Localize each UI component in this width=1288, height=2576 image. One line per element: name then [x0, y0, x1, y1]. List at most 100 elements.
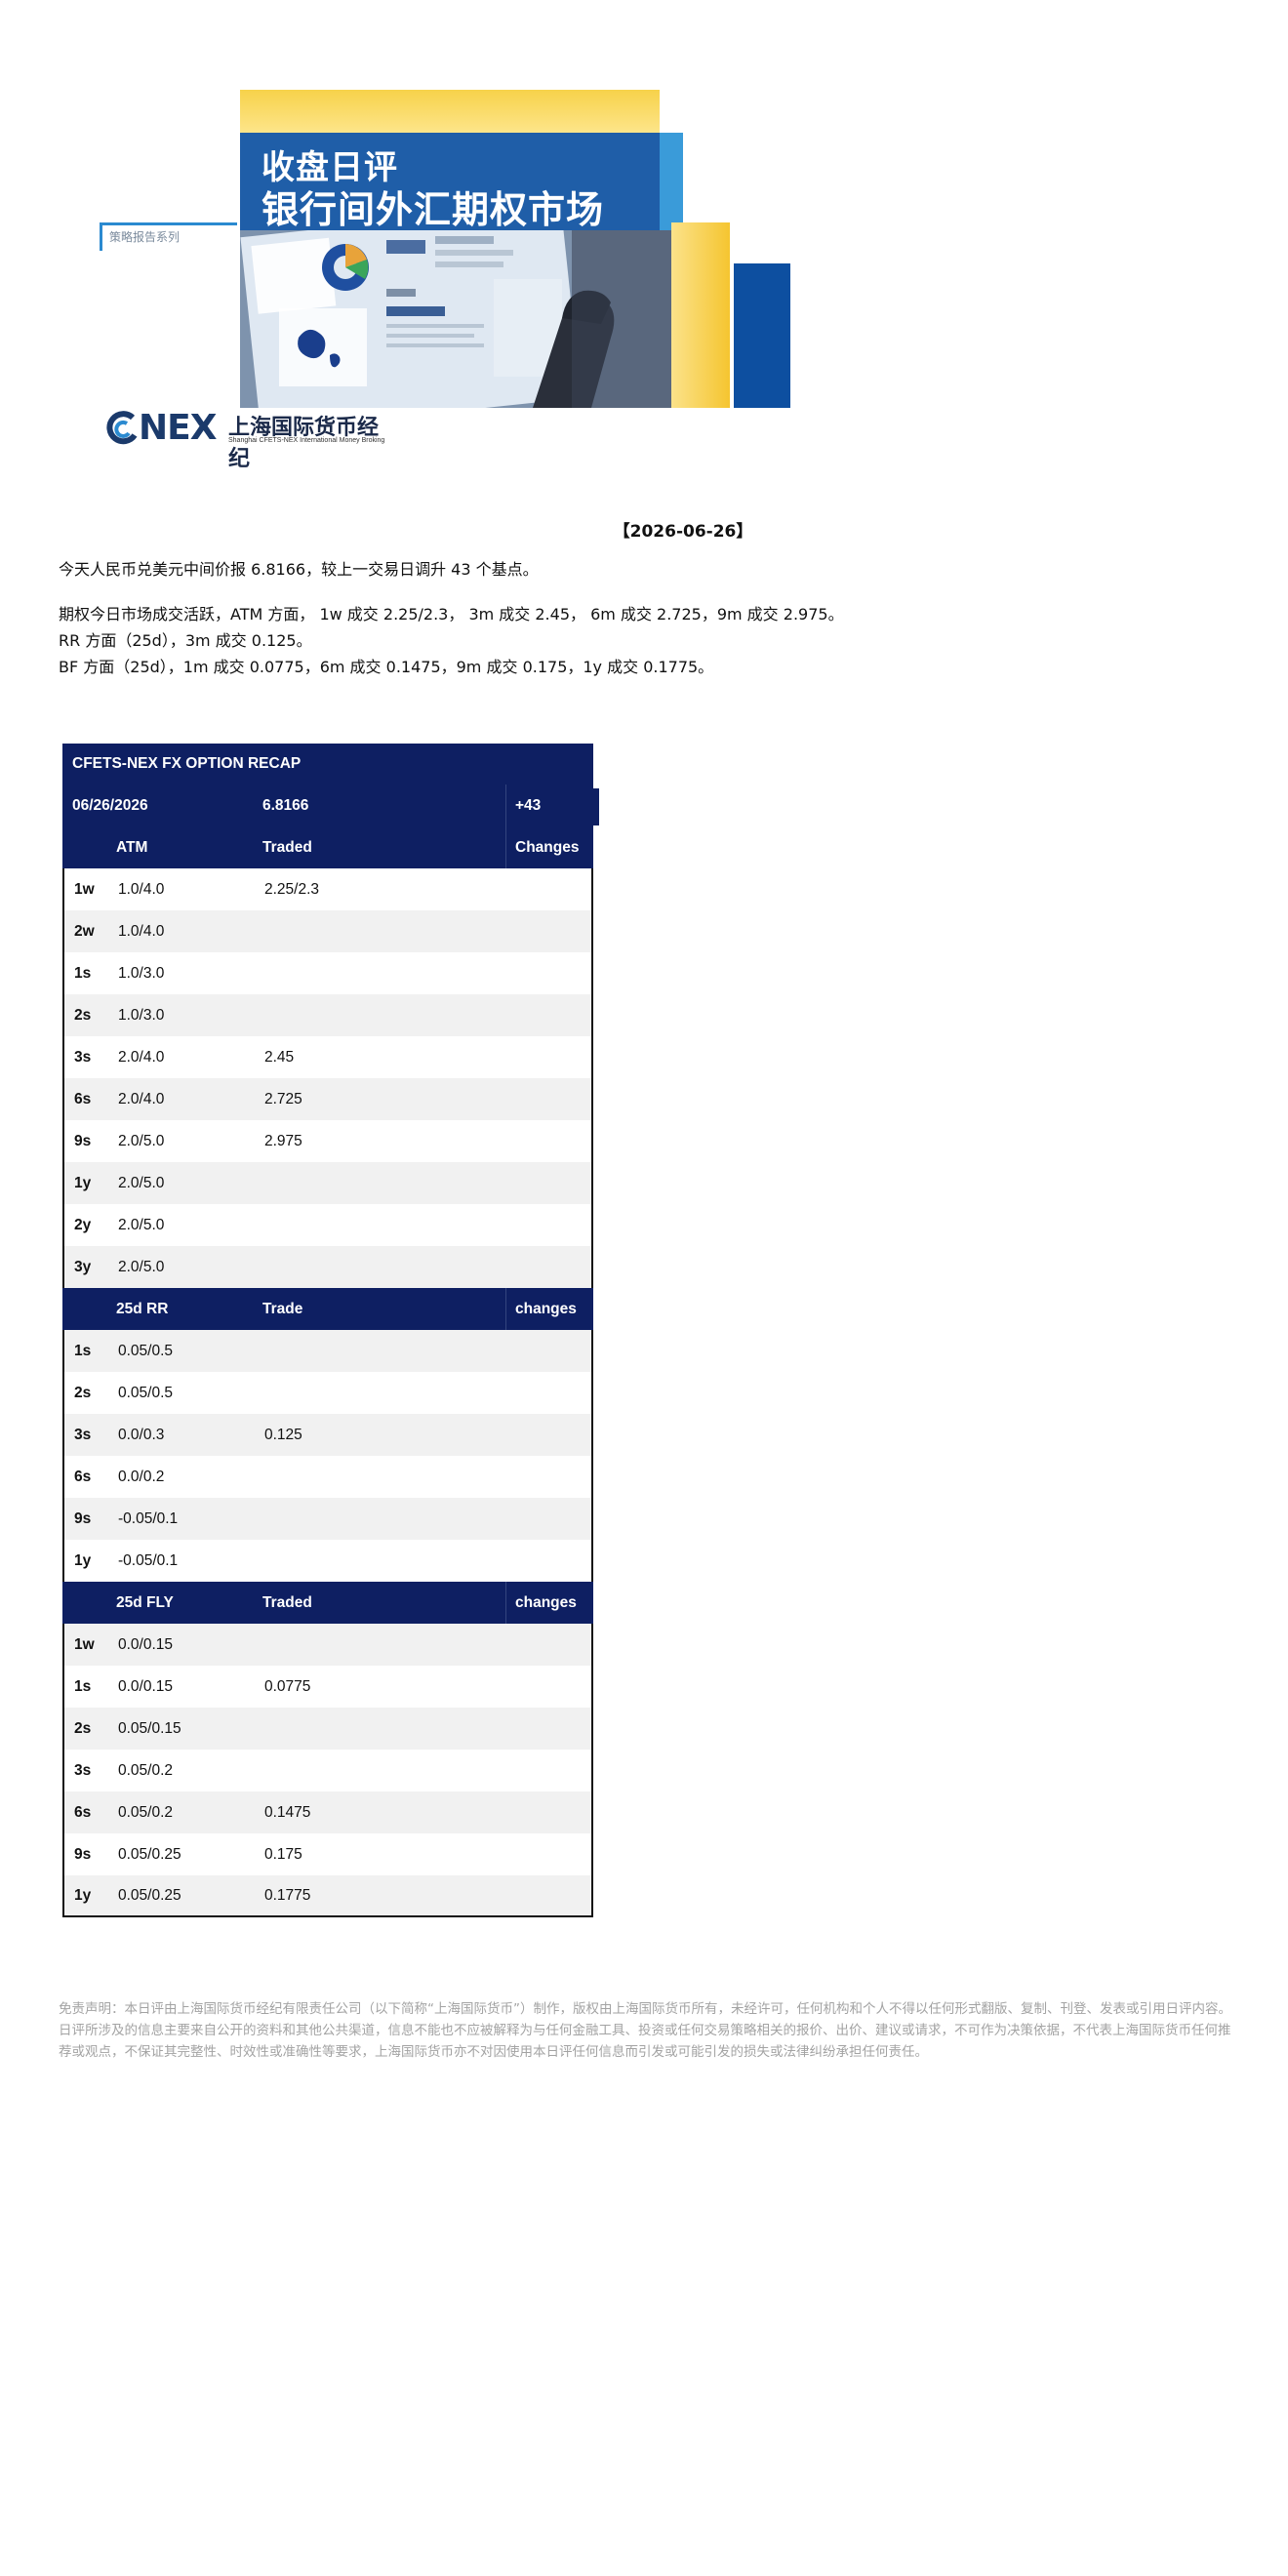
header-edge-tab — [593, 788, 599, 825]
atm-header-row: ATM Traded Changes — [62, 826, 593, 868]
quote-cell: 0.05/0.25 — [118, 1845, 181, 1863]
quote-cell: 2.0/5.0 — [118, 1258, 165, 1275]
quote-cell: 0.05/0.25 — [118, 1886, 181, 1904]
table-row: 2s 0.05/0.5 — [62, 1372, 593, 1414]
company-logo: NEX 上海国际货币经纪 Shanghai CFETS-NEX Internat… — [103, 408, 396, 471]
table-row: 3s 0.05/0.2 — [62, 1750, 593, 1791]
quote-cell: 1.0/4.0 — [118, 922, 165, 940]
banner-photo-tablet — [240, 230, 671, 408]
table-title: CFETS-NEX FX OPTION RECAP — [72, 755, 302, 772]
quote-cell: 0.0/0.2 — [118, 1468, 165, 1485]
header-divider — [505, 826, 506, 868]
table-row: 1s 0.05/0.5 — [62, 1330, 593, 1372]
table-row: 1s 0.0/0.15 0.0775 — [62, 1666, 593, 1708]
bf-paragraph: BF 方面（25d），1m 成交 0.0775，6m 成交 0.1475，9m … — [59, 658, 714, 676]
quote-cell: 1.0/4.0 — [118, 880, 165, 898]
banner-title-line2: 银行间外汇期权市场 — [262, 188, 605, 231]
table-row: 9s -0.05/0.1 — [62, 1498, 593, 1540]
quote-cell: 2.0/5.0 — [118, 1216, 165, 1233]
quote-cell: 1.0/3.0 — [118, 1006, 165, 1024]
table-row: 1w 1.0/4.0 2.25/2.3 — [62, 868, 593, 910]
quote-cell: 0.0/0.15 — [118, 1677, 174, 1695]
changes-col-header: changes — [515, 1300, 577, 1317]
table-row: 6s 2.0/4.0 2.725 — [62, 1078, 593, 1120]
fx-option-recap-table: CFETS-NEX FX OPTION RECAP 06/26/2026 6.8… — [62, 744, 599, 1917]
fixing-paragraph: 今天人民币兑美元中间价报 6.8166，较上一交易日调升 43 个基点。 — [59, 560, 539, 579]
tenor-cell: 9s — [74, 1845, 92, 1863]
series-label: 策略报告系列 — [109, 230, 181, 244]
quote-cell: 2.0/4.0 — [118, 1090, 165, 1107]
table-fixing: 6.8166 — [262, 796, 309, 814]
quote-cell: -0.05/0.1 — [118, 1509, 179, 1527]
table-row: 1w 0.0/0.15 — [62, 1624, 593, 1666]
rr-paragraph: RR 方面（25d），3m 成交 0.125。 — [59, 631, 312, 650]
header-divider — [505, 1288, 506, 1330]
quote-cell: 1.0/3.0 — [118, 964, 165, 982]
logo-english-name: Shanghai CFETS-NEX International Money B… — [228, 437, 385, 444]
table-row: 3s 0.0/0.3 0.125 — [62, 1414, 593, 1456]
fly-col-header: 25d FLY — [116, 1593, 174, 1611]
table-row: 3s 2.0/4.0 2.45 — [62, 1036, 593, 1078]
table-row: 1y -0.05/0.1 — [62, 1540, 593, 1582]
tenor-cell: 2s — [74, 1719, 92, 1737]
quote-cell: 0.05/0.5 — [118, 1384, 174, 1401]
table-change: +43 — [515, 796, 542, 814]
banner-yellow-band — [240, 90, 660, 133]
quote-cell: 0.05/0.15 — [118, 1719, 181, 1737]
tenor-cell: 1s — [74, 1677, 92, 1695]
quote-cell: 0.0/0.15 — [118, 1635, 174, 1653]
tenor-cell: 1s — [74, 1342, 92, 1359]
table-row: 2w 1.0/4.0 — [62, 910, 593, 952]
traded-col-header: Traded — [262, 1593, 312, 1611]
quote-cell: 0.05/0.2 — [118, 1803, 174, 1821]
header-divider — [505, 785, 506, 826]
table-date: 06/26/2026 — [72, 796, 148, 814]
banner-accent-bar — [660, 133, 683, 230]
traded-cell: 2.725 — [264, 1090, 302, 1107]
table-row: 1y 0.05/0.25 0.1775 — [62, 1875, 593, 1917]
report-date: 【2026-06-26】 — [613, 522, 753, 542]
tenor-cell: 1y — [74, 1886, 92, 1904]
table-date-row: 06/26/2026 6.8166 +43 — [62, 785, 599, 826]
traded-cell: 0.125 — [264, 1426, 302, 1443]
banner-yellow-block — [671, 222, 730, 408]
rr-col-header: 25d RR — [116, 1300, 169, 1317]
table-row: 6s 0.05/0.2 0.1475 — [62, 1791, 593, 1833]
banner-blue-block — [734, 263, 790, 408]
changes-col-header: Changes — [515, 838, 580, 856]
table-row: 9s 2.0/5.0 2.975 — [62, 1120, 593, 1162]
tenor-cell: 1y — [74, 1551, 92, 1569]
table-row: 3y 2.0/5.0 — [62, 1246, 593, 1288]
disclaimer: 免责声明：本日评由上海国际货币经纪有限责任公司（以下简称“上海国际货币”）制作，… — [59, 2001, 1231, 2060]
table-row: 6s 0.0/0.2 — [62, 1456, 593, 1498]
rr-header-row: 25d RR Trade changes — [62, 1288, 593, 1330]
tenor-cell: 2y — [74, 1216, 92, 1233]
tenor-cell: 3y — [74, 1258, 92, 1275]
traded-cell: 0.0775 — [264, 1677, 311, 1695]
traded-col-header: Traded — [262, 838, 312, 856]
table-row: 2s 0.05/0.15 — [62, 1708, 593, 1750]
tenor-cell: 3s — [74, 1761, 92, 1779]
tenor-cell: 2s — [74, 1006, 92, 1024]
traded-cell: 0.1475 — [264, 1803, 311, 1821]
tenor-cell: 9s — [74, 1132, 92, 1149]
table-row: 9s 0.05/0.25 0.175 — [62, 1833, 593, 1875]
traded-cell: 2.45 — [264, 1048, 295, 1066]
tenor-cell: 3s — [74, 1426, 92, 1443]
atm-section: 1w 1.0/4.0 2.25/2.3 2w 1.0/4.0 1s 1.0/3.0 2s 1.0… — [62, 868, 593, 1288]
tenor-cell: 6s — [74, 1803, 92, 1821]
quote-cell: 2.0/4.0 — [118, 1048, 165, 1066]
fly-header-row: 25d FLY Traded changes — [62, 1582, 593, 1624]
tenor-cell: 1y — [74, 1174, 92, 1191]
table-row: 1y 2.0/5.0 — [62, 1162, 593, 1204]
table-row: 2y 2.0/5.0 — [62, 1204, 593, 1246]
table-title-row: CFETS-NEX FX OPTION RECAP — [62, 744, 593, 785]
fly-section: 1w 0.0/0.15 1s 0.0/0.15 0.0775 2s 0.05/0.15 3s 0… — [62, 1624, 593, 1917]
atm-col-header: ATM — [116, 838, 148, 856]
atm-paragraph: 期权今日市场成交活跃，ATM 方面， 1w 成交 2.25/2.3， 3m 成交… — [59, 605, 844, 624]
tenor-cell: 6s — [74, 1090, 92, 1107]
tenor-cell: 1s — [74, 964, 92, 982]
quote-cell: 0.0/0.3 — [118, 1426, 165, 1443]
rr-section: 1s 0.05/0.5 2s 0.05/0.5 3s 0.0/0.3 0.125 6s 0.0/… — [62, 1330, 593, 1582]
logo-swirl-icon — [106, 411, 138, 445]
